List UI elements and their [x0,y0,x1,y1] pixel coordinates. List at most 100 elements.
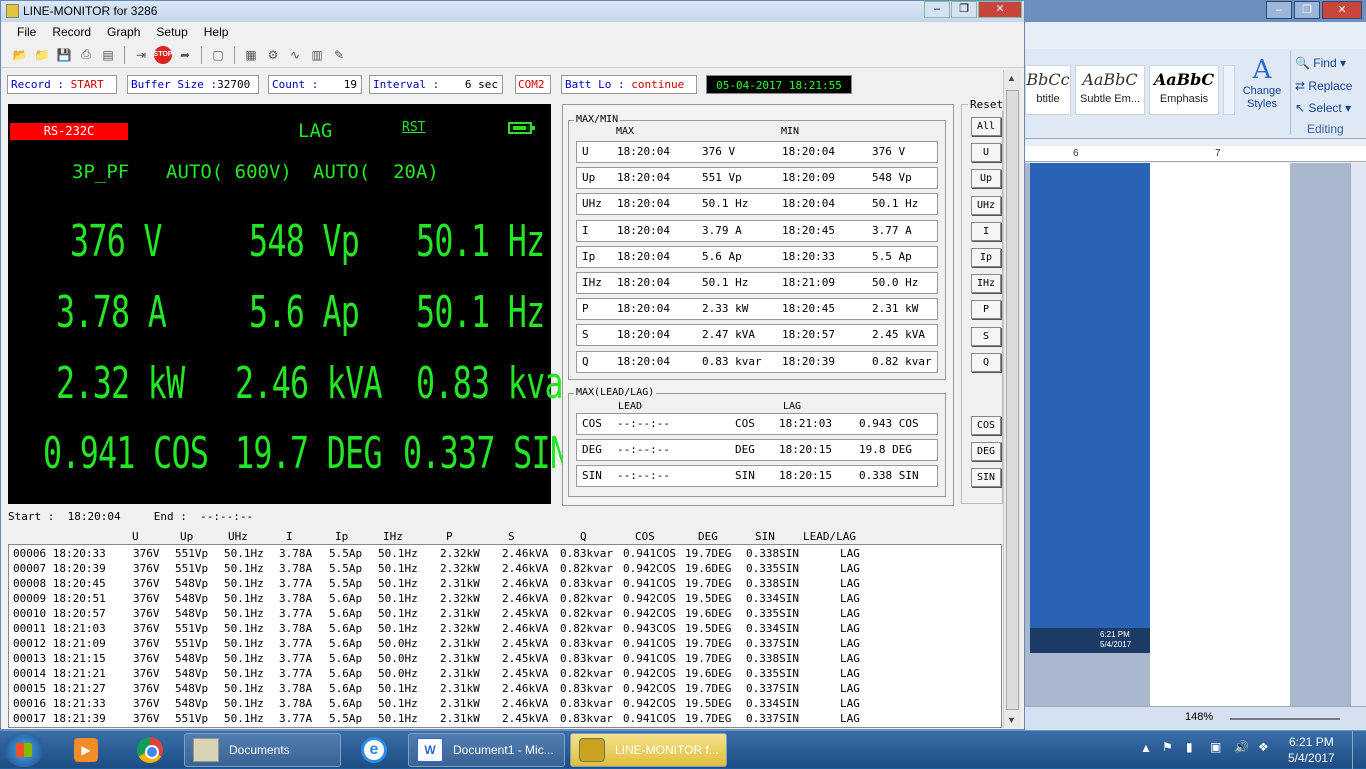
log-row: 00012 18:21:09 376V 551Vp 50.1Hz 3.77A 5.6Ap 5… [9,636,1001,651]
ie-icon[interactable]: e [346,734,402,766]
com-port: COM2 [515,75,551,94]
window-icon[interactable]: ▢ [209,46,227,64]
change-styles-button[interactable]: A Change Styles [1237,55,1287,111]
log-row: 00010 18:20:57 376V 548Vp 50.1Hz 3.77A 5.6Ap 5… [9,606,1001,621]
task-documents-label: Documents [229,743,290,757]
find-button[interactable]: 🔍 Find ▾ [1295,56,1346,70]
volume-icon[interactable]: 🔊 [1234,740,1249,754]
chrome-icon[interactable] [122,734,178,766]
network-error-icon[interactable]: ⚑ [1162,740,1173,754]
save-icon[interactable]: 💾 [55,46,73,64]
maximize-button[interactable]: ❐ [951,1,977,18]
log-cell: 0.943COS [623,622,676,635]
log-timespan: Start : 18:20:04 End : --:--:-- [8,510,253,523]
menu-file[interactable]: File [9,25,44,39]
reset-ihz-button[interactable]: IHz [971,274,1001,294]
scroll-thumb[interactable] [1006,90,1019,710]
menu-graph[interactable]: Graph [99,25,148,39]
port-indicator: RS-232C [10,123,128,140]
reset-sin-button[interactable]: SIN [971,468,1001,487]
leadlag-lead: --:--:-- [617,469,670,482]
device-icon[interactable]: ▣ [1210,740,1221,754]
word-minimize-button[interactable]: – [1266,1,1292,19]
log-cell: 2.45kVA [502,667,549,680]
style-emphasis[interactable]: AaBbC Emphasis [1149,65,1219,115]
log-cell: 19.7DEG [685,577,732,590]
log-cell: LAG [840,637,860,650]
folder-icon [193,738,219,762]
word-close-button[interactable]: ✕ [1322,1,1362,19]
log-table[interactable]: 00006 18:20:33 376V 551Vp 50.1Hz 3.78A 5.5Ap 5… [8,544,1002,728]
battery-status: Batt Lo : continue [561,75,697,94]
edit-icon[interactable]: ✎ [330,46,348,64]
log-cell: 376V [133,682,160,695]
reset-deg-button[interactable]: DEG [971,442,1001,461]
open-folder-icon[interactable]: 📂 [11,46,29,64]
task-linemonitor[interactable]: LINE-MONITOR f... [570,733,727,767]
maxmin-max-v: 2.47 kVA [702,328,755,342]
word-statusbar: 148% [1025,706,1366,730]
zoom-slider[interactable] [1230,718,1340,720]
style-subtle-emphasis[interactable]: AaBbC Subtle Em... [1075,65,1145,115]
menu-setup[interactable]: Setup [148,25,195,39]
show-hidden-icons[interactable]: ▲ [1140,741,1152,755]
scroll-down-icon[interactable]: ▼ [1007,715,1016,725]
word-page[interactable] [1150,163,1290,708]
reset-ip-button[interactable]: Ip [971,248,1001,267]
print-icon[interactable]: ⎙ [77,46,95,64]
open-file-icon[interactable]: 📁 [33,46,51,64]
play-icon[interactable]: ⇥ [132,46,150,64]
reset-up-button[interactable]: Up [971,169,1001,189]
log-cell: 0.335SIN [746,667,799,680]
replace-button[interactable]: ⇄ Replace [1295,79,1352,93]
log-cell: 0.82kvar [560,592,613,605]
max-header: MAX [614,126,637,137]
task-documents[interactable]: Documents [184,733,341,767]
reset-uhz-button[interactable]: UHz [971,195,1001,215]
reset-s-button[interactable]: S [971,326,1001,346]
dropbox-icon[interactable]: ❖ [1258,740,1269,754]
minimize-button[interactable]: – [924,1,950,18]
log-cell: 376V [133,592,160,605]
close-button[interactable]: ✕ [978,1,1022,18]
select-button[interactable]: ↖ Select ▾ [1295,101,1351,115]
media-player-icon[interactable]: ▶ [58,734,114,766]
word-scrollbar[interactable] [1350,163,1366,708]
leadlag-row: SIN --:--:-- SIN 18:20:15 0.338 SIN [576,465,938,487]
reset-i-button[interactable]: I [971,221,1001,241]
table-icon[interactable]: ▥ [308,46,326,64]
word-maximize-button[interactable]: ❐ [1294,1,1320,19]
log-cell: 0.83kvar [560,577,613,590]
reset-cos-button[interactable]: COS [971,416,1001,435]
log-column-header: DEG [698,530,718,543]
reset-u-button[interactable]: U [971,143,1001,163]
reset-all-button[interactable]: All [971,117,1001,136]
styles-scroll[interactable] [1223,65,1235,115]
reset-p-button[interactable]: P [971,300,1001,320]
menu-record[interactable]: Record [44,25,99,39]
style-subtitle[interactable]: BbCc btitle [1025,65,1071,115]
signal-icon[interactable]: ▮ [1186,740,1193,754]
app-titlebar: LINE-MONITOR for 3286 – ❐ ✕ [1,1,1024,22]
graph-icon[interactable]: ▦ [242,46,260,64]
settings-icon[interactable]: ⚙ [264,46,282,64]
phase-indicator: LAG [298,120,333,142]
display-icon[interactable]: ▤ [99,46,117,64]
log-cell: 50.0Hz [378,667,418,680]
forward-icon[interactable]: ➦ [176,46,194,64]
task-word[interactable]: W Document1 - Mic... [408,733,565,767]
system-clock[interactable]: 6:21 PM 5/4/2017 [1288,734,1335,766]
log-cell: 2.45kVA [502,712,549,725]
start-button[interactable] [4,733,44,767]
reset-q-button[interactable]: Q [971,352,1001,372]
log-cell: 2.31kW [440,712,480,725]
waveform-icon[interactable]: ∿ [286,46,304,64]
stop-icon[interactable]: STOP [154,45,172,64]
ribbon-divider [1290,51,1291,135]
menu-help[interactable]: Help [196,25,237,39]
show-desktop-button[interactable] [1352,731,1366,769]
leadlag-lead: --:--:-- [617,417,670,430]
app-scrollbar[interactable]: ▲ ▼ [1003,70,1021,728]
scroll-up-icon[interactable]: ▲ [1007,73,1016,83]
log-cell: 376V [133,637,160,650]
